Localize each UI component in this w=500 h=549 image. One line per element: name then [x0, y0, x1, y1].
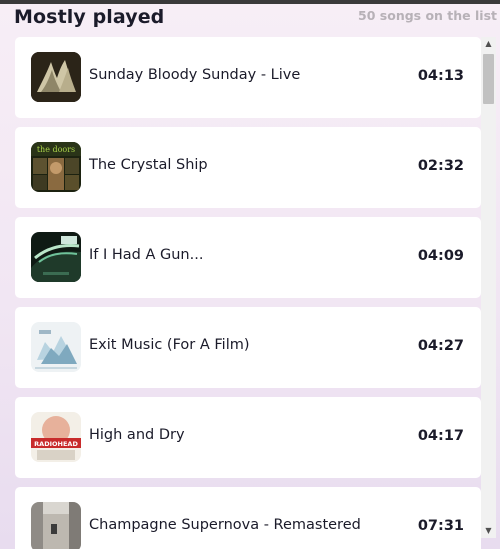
- scroll-down-arrow-icon[interactable]: ▼: [481, 524, 496, 538]
- scroll-up-arrow-icon[interactable]: ▲: [481, 37, 496, 51]
- song-title: High and Dry: [89, 427, 185, 443]
- song-item[interactable]: the doors The Crystal Ship 02:32: [15, 127, 481, 208]
- album-art-text: the doors: [37, 145, 75, 154]
- song-title: The Crystal Ship: [89, 157, 208, 173]
- scrollbar-thumb[interactable]: [483, 54, 494, 104]
- album-art-image: the doors: [31, 142, 81, 192]
- song-duration: 02:32: [417, 158, 464, 174]
- section-title: Mostly played: [14, 6, 165, 28]
- song-duration: 04:09: [417, 248, 464, 264]
- song-item[interactable]: Champagne Supernova - Remastered 07:31: [15, 487, 481, 549]
- song-count: 50 songs on the list: [358, 8, 497, 23]
- vertical-scrollbar[interactable]: ▲ ▼: [481, 37, 496, 538]
- song-duration: 07:31: [417, 518, 464, 534]
- song-duration: 04:17: [417, 428, 464, 444]
- song-duration: 04:13: [417, 68, 464, 84]
- section-header: Mostly played 50 songs on the list: [14, 6, 500, 32]
- album-art-text: RADIOHEAD: [34, 440, 78, 448]
- song-item[interactable]: If I Had A Gun... 04:09: [15, 217, 481, 298]
- song-item[interactable]: Sunday Bloody Sunday - Live 04:13: [15, 37, 481, 118]
- album-art-image: [31, 502, 81, 549]
- song-title: If I Had A Gun...: [89, 247, 204, 263]
- song-title: Champagne Supernova - Remastered: [89, 517, 361, 533]
- song-duration: 04:27: [417, 338, 464, 354]
- song-item[interactable]: RADIOHEAD High and Dry 04:17: [15, 397, 481, 478]
- album-art-image: RADIOHEAD: [31, 412, 81, 462]
- song-title: Exit Music (For A Film): [89, 337, 250, 353]
- song-list: Sunday Bloody Sunday - Live 04:13 the do…: [15, 37, 481, 549]
- top-bar: [0, 0, 500, 4]
- song-title: Sunday Bloody Sunday - Live: [89, 67, 301, 83]
- song-item[interactable]: Exit Music (For A Film) 04:27: [15, 307, 481, 388]
- album-art-image: [31, 52, 81, 102]
- album-art-image: [31, 232, 81, 282]
- album-art-image: [31, 322, 81, 372]
